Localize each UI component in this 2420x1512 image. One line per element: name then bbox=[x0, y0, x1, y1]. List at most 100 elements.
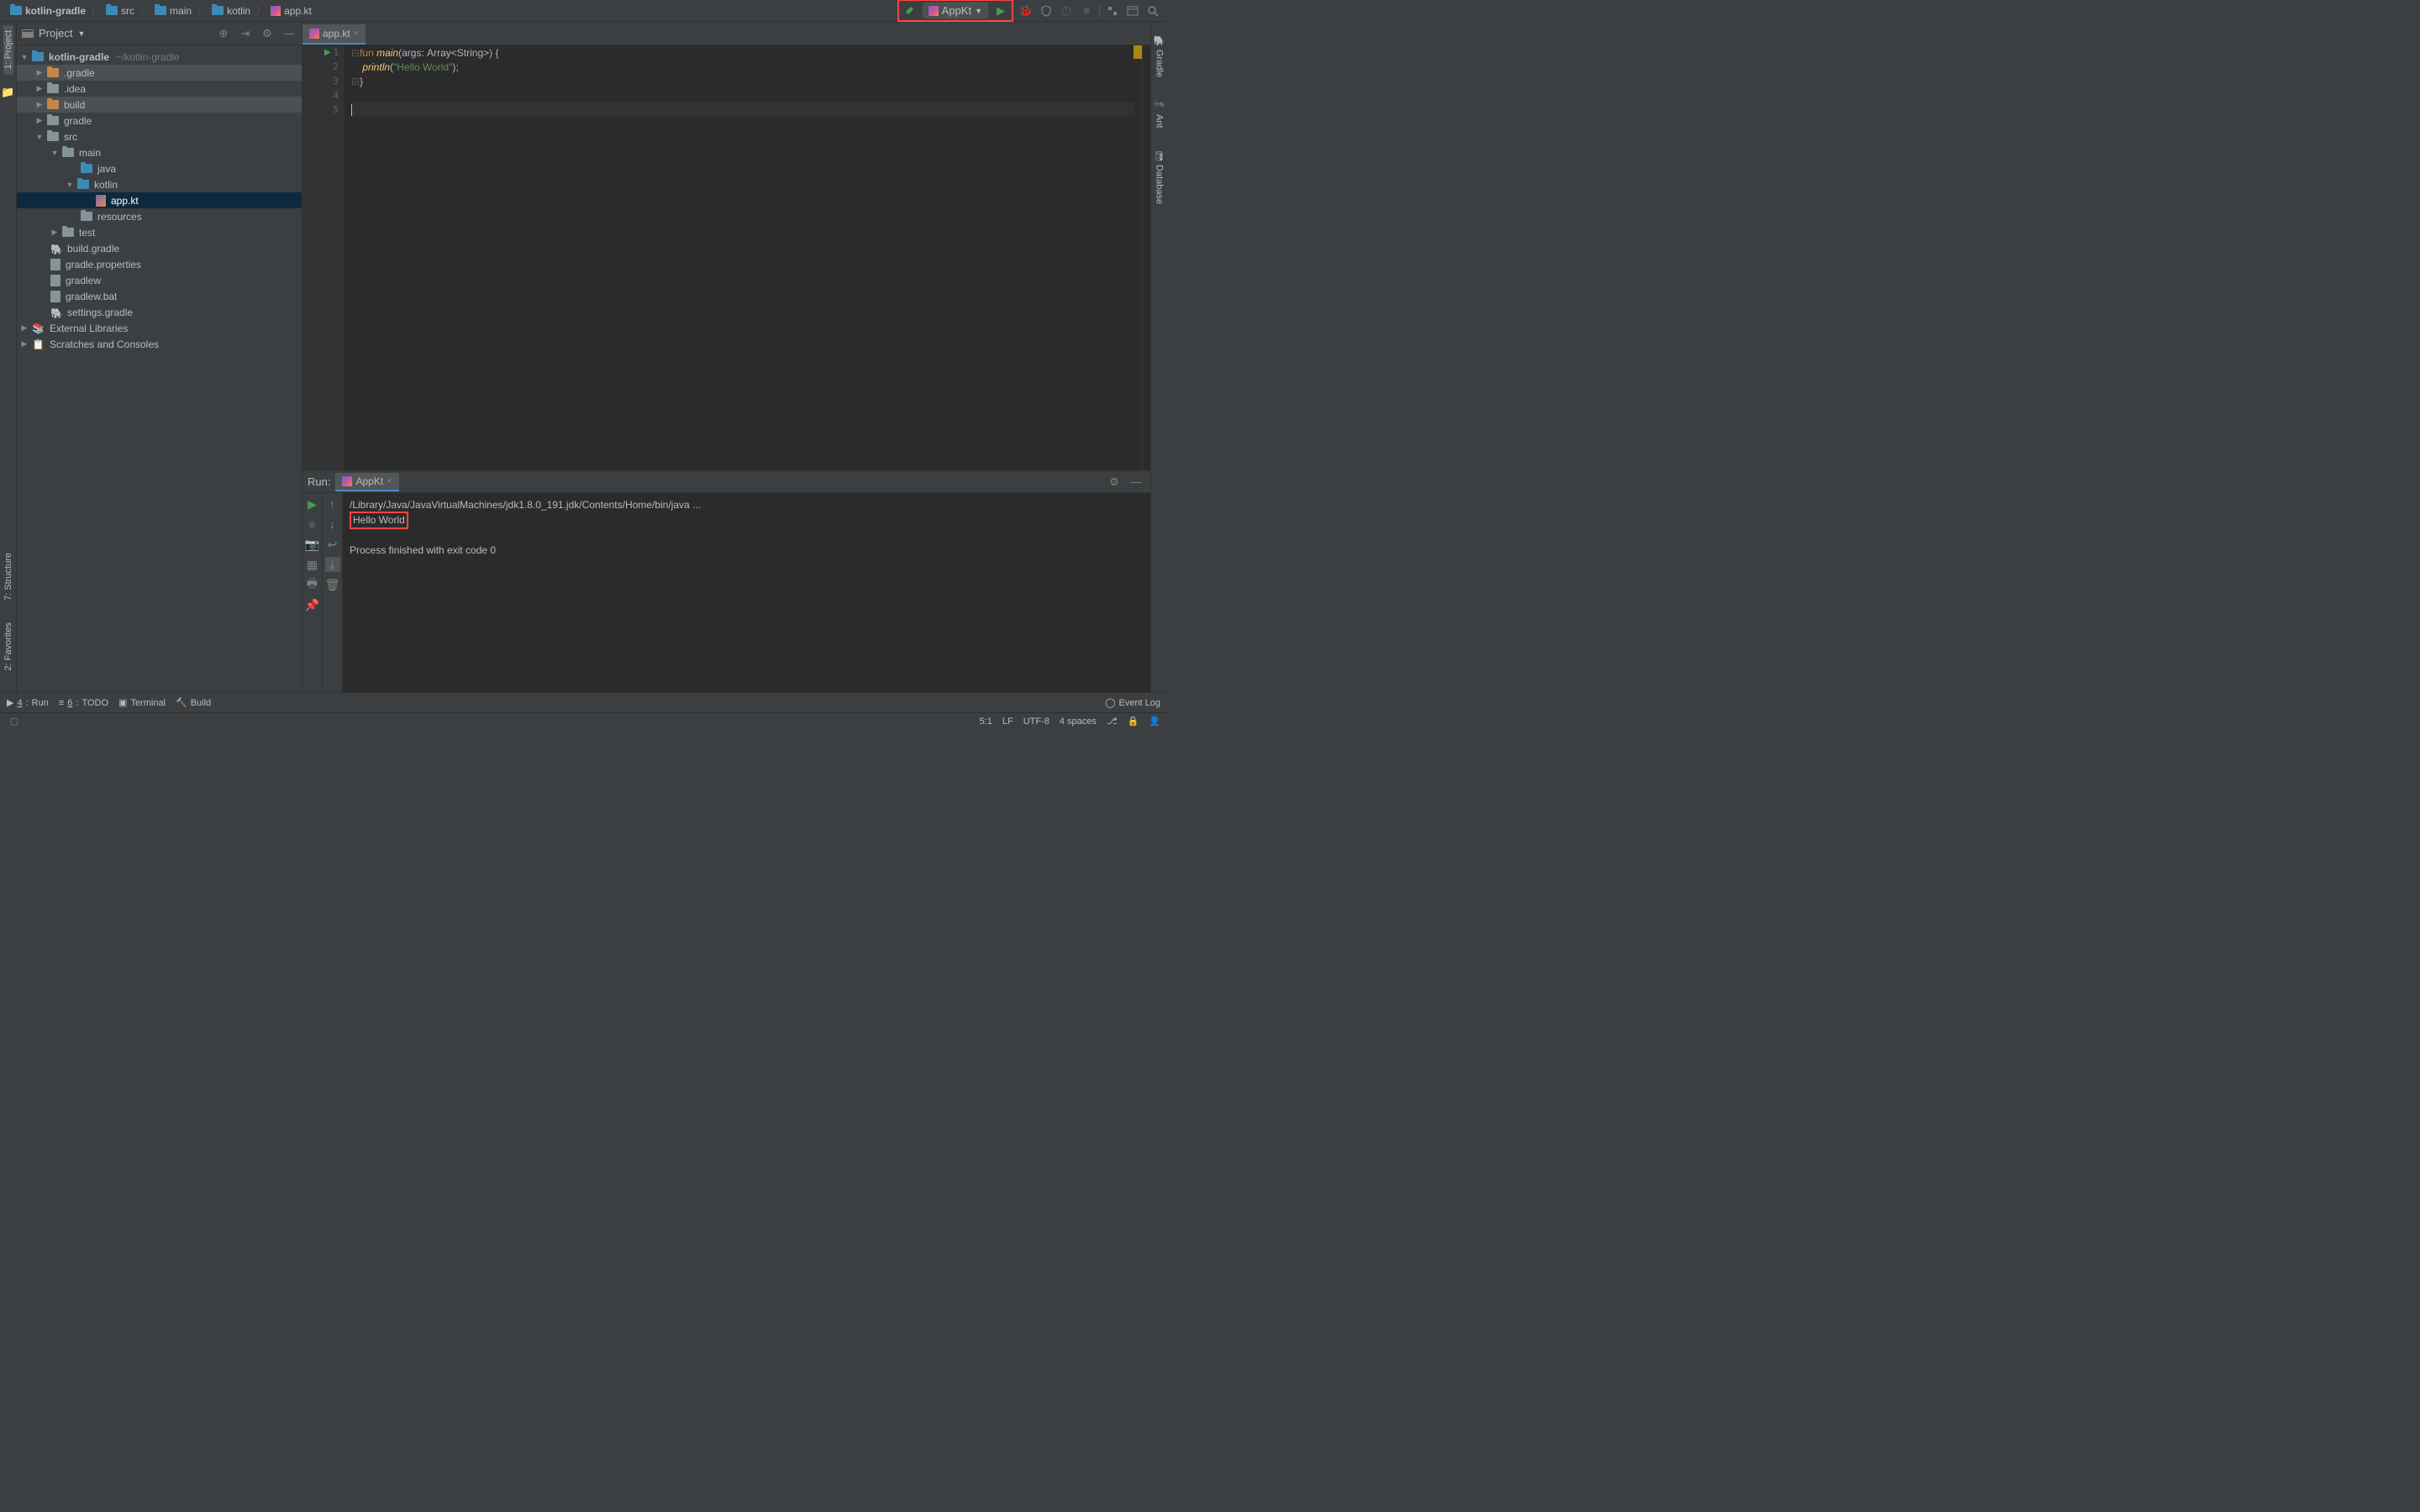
run-gutter-icon[interactable]: ▶ bbox=[324, 48, 331, 57]
breadcrumb: kotlin-gradle 〉 src 〉 main 〉 kotlin 〉 ap… bbox=[7, 3, 315, 18]
tree-build[interactable]: build bbox=[17, 97, 302, 113]
tree-src[interactable]: src bbox=[17, 129, 302, 144]
run-output[interactable]: /Library/Java/JavaVirtualMachines/jdk1.8… bbox=[343, 493, 1150, 692]
tree-test[interactable]: test bbox=[17, 224, 302, 240]
tree-idea-dir[interactable]: .idea bbox=[17, 81, 302, 97]
tab-terminal[interactable]: ▣ Terminal bbox=[118, 697, 166, 708]
tool-window-ant[interactable]: 🐜Ant bbox=[1154, 94, 1165, 133]
screenshot-button[interactable]: 📷 bbox=[305, 537, 320, 552]
run-tab-appkt[interactable]: AppKt × bbox=[335, 473, 398, 491]
pin-button[interactable]: 📌 bbox=[305, 597, 320, 612]
tree-gradle-properties[interactable]: gradle.properties bbox=[17, 256, 302, 272]
profile-button[interactable] bbox=[1059, 3, 1074, 18]
vcs-icon[interactable] bbox=[1105, 3, 1120, 18]
code-pane[interactable]: ⊟fun main(args: Array<String>) { println… bbox=[345, 45, 1142, 470]
bottom-tool-bar: ▶ 4: Run ≡ 6: TODO ▣ Terminal 🔨 Build ◯ … bbox=[0, 692, 1167, 712]
status-position[interactable]: 5:1 bbox=[980, 717, 992, 727]
trash-button[interactable]: 🗑 bbox=[325, 577, 340, 592]
down-button[interactable]: ↓ bbox=[325, 517, 340, 532]
tree-root[interactable]: kotlin-gradle~/kotlin-gradle bbox=[17, 49, 302, 65]
stop-button[interactable]: ■ bbox=[1079, 3, 1094, 18]
tool-window-favorites[interactable]: 2: Favorites bbox=[3, 617, 13, 675]
coverage-button[interactable] bbox=[1039, 3, 1054, 18]
tree-gradle[interactable]: gradle bbox=[17, 113, 302, 129]
chevron-down-icon: ▼ bbox=[975, 7, 982, 15]
gear-icon[interactable]: ⚙ bbox=[260, 26, 275, 41]
scroll-marker[interactable] bbox=[1134, 45, 1142, 59]
breadcrumb-root[interactable]: kotlin-gradle bbox=[7, 5, 89, 17]
status-line-sep[interactable]: LF bbox=[1002, 717, 1013, 727]
libraries-icon: 📚 bbox=[32, 323, 45, 334]
editor-content[interactable]: 1▶ 2 3 4 5 ⊟fun main(args: Array<String>… bbox=[302, 45, 1150, 470]
project-tree[interactable]: kotlin-gradle~/kotlin-gradle .gradle .id… bbox=[17, 45, 302, 692]
hide-icon[interactable]: — bbox=[281, 26, 297, 41]
output-line: /Library/Java/JavaVirtualMachines/jdk1.8… bbox=[350, 498, 1144, 512]
tree-settings-gradle[interactable]: 🐘settings.gradle bbox=[17, 304, 302, 320]
tool-window-database[interactable]: 🛢Database bbox=[1154, 144, 1165, 209]
rerun-button[interactable]: ▶ bbox=[305, 496, 320, 512]
print-button[interactable]: 🖶 bbox=[305, 577, 320, 592]
tree-gradle-dir[interactable]: .gradle bbox=[17, 65, 302, 81]
tree-resources[interactable]: resources bbox=[17, 208, 302, 224]
status-git-icon[interactable]: ⎇ bbox=[1107, 716, 1118, 727]
sidebar-title[interactable]: Project bbox=[39, 27, 72, 39]
gear-icon[interactable]: ⚙ bbox=[1107, 475, 1122, 490]
tool-window-gradle[interactable]: 🐘Gradle bbox=[1154, 30, 1165, 82]
right-rail: 🐘Gradle 🐜Ant 🛢Database bbox=[1150, 22, 1167, 692]
tab-build[interactable]: 🔨 Build bbox=[176, 697, 211, 708]
target-icon[interactable]: ⊕ bbox=[216, 26, 231, 41]
wrap-button[interactable]: ↩ bbox=[325, 537, 340, 552]
breadcrumb-sep: 〉 bbox=[139, 3, 150, 18]
status-inspector-icon[interactable]: 👤 bbox=[1149, 716, 1160, 727]
run-button[interactable]: ▶ bbox=[993, 3, 1008, 18]
tree-kotlin[interactable]: kotlin bbox=[17, 176, 302, 192]
status-indent[interactable]: 4 spaces bbox=[1060, 717, 1097, 727]
editor-tab-appkt[interactable]: app.kt × bbox=[302, 24, 366, 45]
tree-java[interactable]: java bbox=[17, 160, 302, 176]
debug-button[interactable]: 🐞 bbox=[1018, 3, 1034, 18]
run-header: Run: AppKt × ⚙ — bbox=[302, 471, 1150, 493]
search-icon[interactable] bbox=[1145, 3, 1160, 18]
tree-external-libs[interactable]: 📚External Libraries bbox=[17, 320, 302, 336]
tool-window-project[interactable]: 1: Project bbox=[3, 25, 13, 74]
file-icon bbox=[50, 275, 60, 286]
file-tree-icon[interactable]: 📁 bbox=[1, 86, 14, 99]
hide-icon[interactable]: — bbox=[1128, 475, 1144, 490]
layout-icon[interactable] bbox=[1125, 3, 1140, 18]
editor-scrollbar[interactable] bbox=[1142, 45, 1150, 470]
tab-run[interactable]: ▶ 4: Run bbox=[7, 697, 49, 708]
breadcrumb-main[interactable]: main bbox=[151, 5, 195, 17]
stop-button[interactable]: ■ bbox=[305, 517, 320, 532]
tool-window-structure[interactable]: 7: Structure bbox=[3, 548, 13, 606]
run-config-dropdown[interactable]: AppKt ▼ bbox=[923, 3, 988, 18]
tree-main[interactable]: main bbox=[17, 144, 302, 160]
tool-windows-icon[interactable]: ▢ bbox=[7, 714, 22, 729]
breadcrumb-src[interactable]: src bbox=[103, 5, 138, 17]
status-encoding[interactable]: UTF-8 bbox=[1023, 717, 1050, 727]
sidebar-header: Project ▼ ⊕ ⇥ ⚙ — bbox=[17, 22, 302, 45]
close-icon[interactable]: × bbox=[354, 29, 359, 39]
up-button[interactable]: ↑ bbox=[325, 496, 340, 512]
breadcrumb-sep: 〉 bbox=[197, 3, 207, 18]
layout-button[interactable]: ▦ bbox=[305, 557, 320, 572]
breadcrumb-kotlin[interactable]: kotlin bbox=[208, 5, 254, 17]
collapse-icon[interactable]: ⇥ bbox=[238, 26, 253, 41]
breadcrumb-sep: 〉 bbox=[91, 3, 101, 18]
tree-app-kt[interactable]: app.kt bbox=[17, 192, 302, 208]
tree-build-gradle[interactable]: 🐘build.gradle bbox=[17, 240, 302, 256]
tab-todo[interactable]: ≡ 6: TODO bbox=[59, 698, 108, 708]
run-highlight: AppKt ▼ ▶ bbox=[897, 0, 1013, 22]
main: 1: Project 📁 7: Structure 2: Favorites P… bbox=[0, 22, 1167, 692]
breadcrumb-file[interactable]: app.kt bbox=[267, 5, 315, 17]
tree-gradlew-bat[interactable]: gradlew.bat bbox=[17, 288, 302, 304]
close-icon[interactable]: × bbox=[387, 476, 392, 486]
tree-gradlew[interactable]: gradlew bbox=[17, 272, 302, 288]
tree-scratches[interactable]: 📋Scratches and Consoles bbox=[17, 336, 302, 352]
tab-event-log[interactable]: ◯ Event Log bbox=[1105, 697, 1160, 708]
chevron-down-icon[interactable]: ▼ bbox=[77, 29, 85, 38]
scroll-end-button[interactable]: ⤓ bbox=[325, 557, 340, 572]
kotlin-icon bbox=[271, 6, 281, 16]
editor-gutter[interactable]: 1▶ 2 3 4 5 bbox=[302, 45, 345, 470]
status-lock-icon[interactable]: 🔒 bbox=[1128, 716, 1139, 727]
build-hammer-icon[interactable] bbox=[902, 3, 918, 18]
